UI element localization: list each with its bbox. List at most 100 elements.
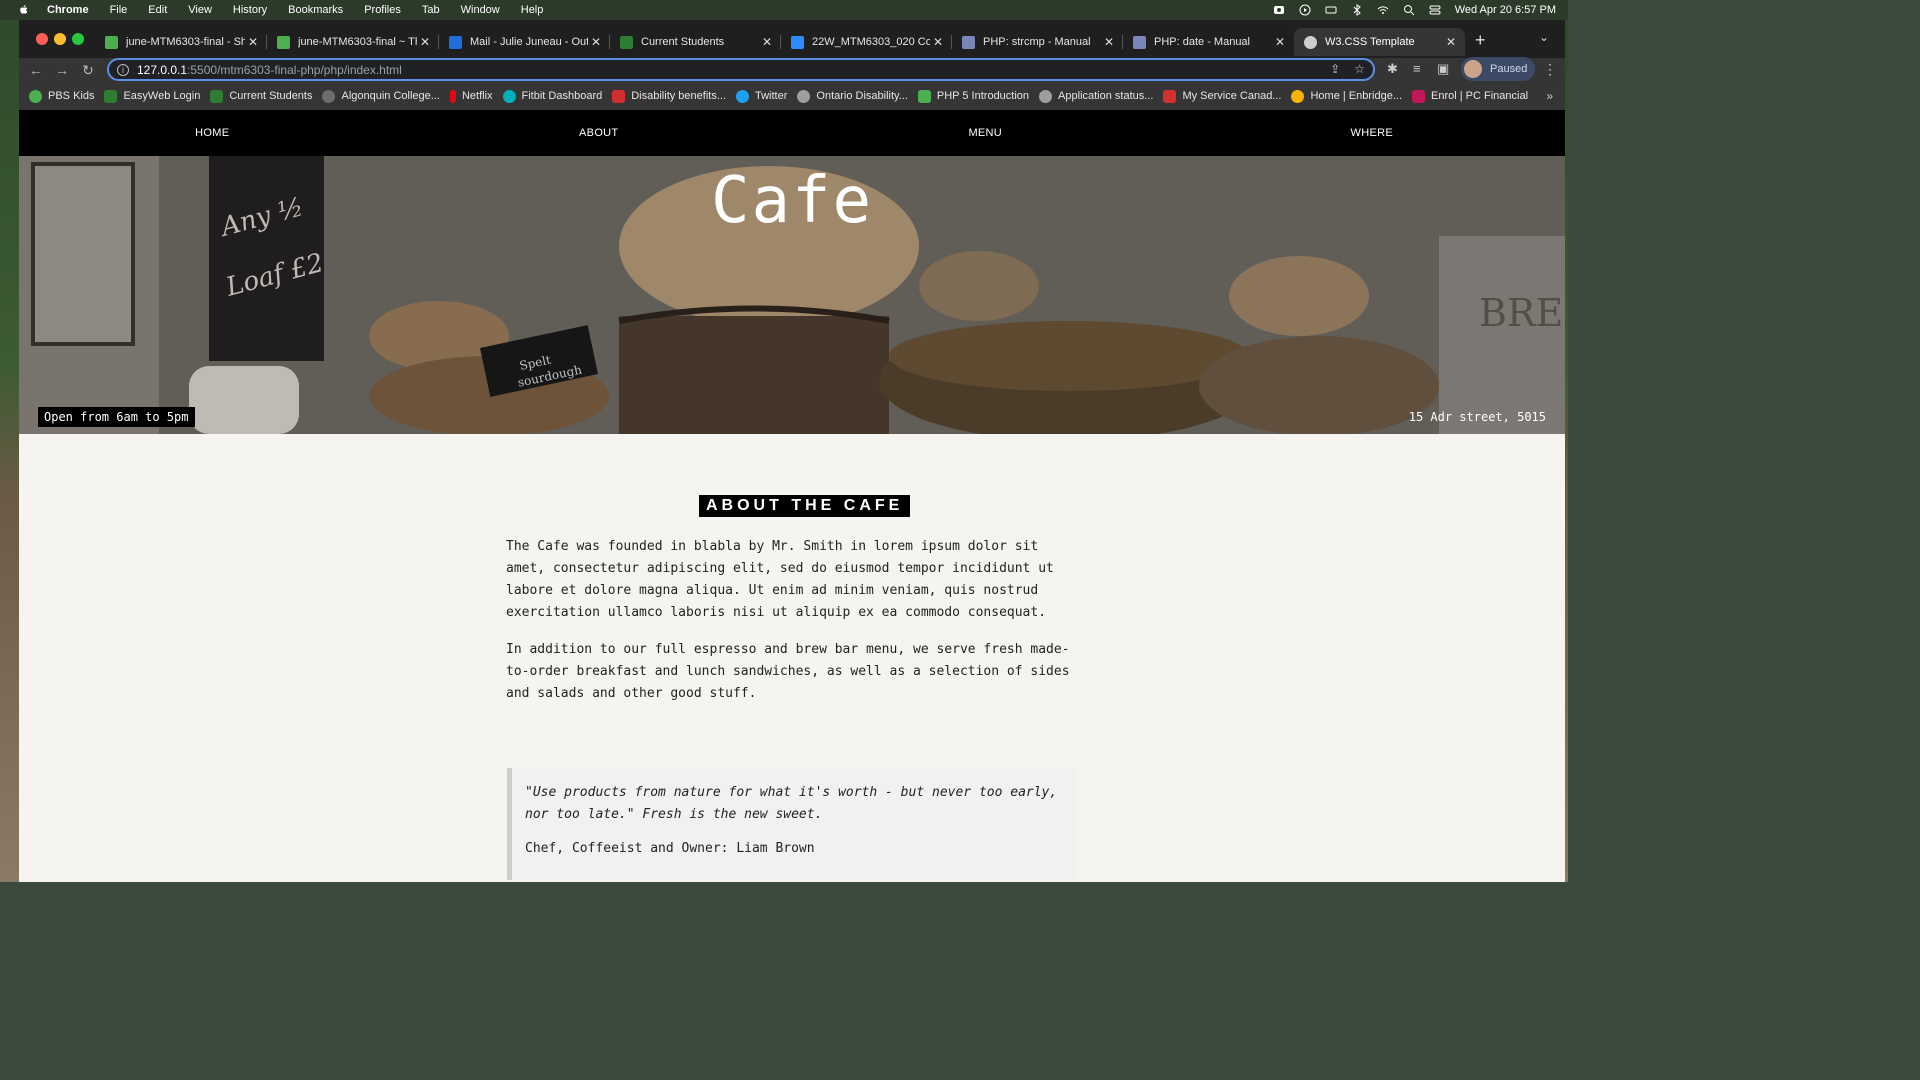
- bookmark-label: Application status...: [1058, 90, 1154, 102]
- new-tab-button[interactable]: +: [1475, 30, 1486, 51]
- avatar: [1464, 60, 1482, 78]
- menu-tab[interactable]: Tab: [422, 4, 440, 16]
- menu-app-name[interactable]: Chrome: [47, 4, 89, 16]
- about-heading: ABOUT THE CAFE: [699, 495, 911, 517]
- bookmark-item[interactable]: My Service Canad...: [1163, 89, 1282, 103]
- tab-w3css-template[interactable]: W3.CSS Template ✕: [1294, 28, 1465, 56]
- forward-button[interactable]: →: [53, 61, 71, 79]
- profile-button[interactable]: Paused: [1461, 57, 1535, 81]
- nav-home-link[interactable]: HOME: [19, 110, 406, 156]
- control-center-icon[interactable]: [1429, 4, 1441, 16]
- bookmark-label: PHP 5 Introduction: [936, 90, 1030, 102]
- close-tab-icon[interactable]: ✕: [930, 35, 946, 49]
- bookmark-item[interactable]: Current Students: [210, 89, 312, 103]
- menu-view[interactable]: View: [188, 4, 212, 16]
- nav-menu-link[interactable]: MENU: [792, 110, 1179, 156]
- apple-icon[interactable]: [18, 4, 30, 16]
- close-tab-icon[interactable]: ✕: [759, 35, 775, 49]
- about-paragraph: In addition to our full espresso and bre…: [506, 642, 1070, 701]
- bookmark-favicon: [502, 89, 516, 103]
- nav-where-link[interactable]: WHERE: [1179, 110, 1566, 156]
- menu-history[interactable]: History: [233, 4, 267, 16]
- bookmark-item[interactable]: Twitter: [736, 89, 788, 103]
- menu-bookmarks[interactable]: Bookmarks: [288, 4, 343, 16]
- bookmark-label: Disability benefits...: [631, 90, 726, 102]
- bookmark-label: Twitter: [755, 90, 788, 102]
- about-body: The Cafe was founded in blabla by Mr. Sm…: [506, 536, 1076, 720]
- menu-bar-clock[interactable]: Wed Apr 20 6:57 PM: [1455, 4, 1556, 16]
- zoom-window-button[interactable]: [72, 33, 84, 45]
- close-tab-icon[interactable]: ✕: [588, 35, 604, 49]
- bookmark-item[interactable]: Enrol | PC Financial: [1412, 89, 1528, 103]
- menu-edit[interactable]: Edit: [148, 4, 167, 16]
- hero-title: Cafe: [710, 164, 874, 238]
- bookmark-item[interactable]: Algonquin College...: [322, 89, 440, 103]
- minimize-window-button[interactable]: [54, 33, 66, 45]
- address-text: 15 Adr street, 5015: [1408, 410, 1546, 424]
- bookmark-label: Fitbit Dashboard: [521, 90, 603, 102]
- back-button[interactable]: ←: [27, 61, 45, 79]
- wifi-icon[interactable]: [1377, 4, 1389, 16]
- tab-title: june-MTM6303-final - Sh: [126, 36, 245, 48]
- more-bookmarks-chevron-icon[interactable]: »: [1546, 89, 1553, 103]
- reload-button[interactable]: ↻: [79, 61, 97, 79]
- bookmarks-bar: PBS Kids EasyWeb Login Current Students …: [19, 82, 1565, 110]
- close-window-button[interactable]: [36, 33, 48, 45]
- bookmark-item[interactable]: Application status...: [1039, 89, 1154, 103]
- tab-june-final-1[interactable]: june-MTM6303-final - Sh ✕: [95, 28, 267, 56]
- tab-search-chevron-icon[interactable]: ⌄: [1539, 30, 1549, 44]
- close-tab-icon[interactable]: ✕: [1272, 35, 1288, 49]
- macos-menu-bar: Chrome File Edit View History Bookmarks …: [0, 0, 1568, 20]
- more-menu-icon[interactable]: ⋮: [1543, 61, 1557, 78]
- address-host: 127.0.0.1: [137, 62, 188, 77]
- tab-favicon: [620, 35, 633, 49]
- quote-text: "Use products from nature for what it's …: [525, 785, 1058, 822]
- keyboard-icon[interactable]: [1325, 4, 1337, 16]
- bookmark-label: My Service Canad...: [1182, 90, 1282, 102]
- bookmark-favicon: [1412, 89, 1425, 103]
- menu-help[interactable]: Help: [521, 4, 544, 16]
- tab-php-date[interactable]: PHP: date - Manual ✕: [1123, 28, 1294, 56]
- reading-list-icon[interactable]: ≡: [1413, 61, 1421, 76]
- close-tab-icon[interactable]: ✕: [245, 35, 261, 49]
- close-tab-icon[interactable]: ✕: [417, 35, 433, 49]
- tab-zoom-class[interactable]: 22W_MTM6303_020 Con ✕: [781, 28, 952, 56]
- bookmark-star-icon[interactable]: ☆: [1354, 62, 1365, 76]
- tab-title: Current Students: [641, 36, 725, 48]
- tab-php-strcmp[interactable]: PHP: strcmp - Manual ✕: [952, 28, 1123, 56]
- tab-june-final-2[interactable]: june-MTM6303-final ~ Th ✕: [267, 28, 439, 56]
- bookmark-favicon: [736, 89, 749, 103]
- site-info-icon[interactable]: i: [117, 63, 129, 76]
- spotlight-search-icon[interactable]: [1403, 4, 1415, 16]
- bookmark-favicon: [1039, 89, 1053, 103]
- bookmark-item[interactable]: Home | Enbridge...: [1291, 89, 1402, 103]
- tab-mail[interactable]: Mail - Julie Juneau - Outl ✕: [439, 28, 610, 56]
- bookmark-item[interactable]: Netflix: [449, 89, 493, 103]
- share-icon[interactable]: ⇪: [1330, 62, 1340, 76]
- close-tab-icon[interactable]: ✕: [1101, 35, 1117, 49]
- bluetooth-icon[interactable]: [1351, 4, 1363, 16]
- bookmark-item[interactable]: PBS Kids: [29, 89, 94, 103]
- nav-about-link[interactable]: ABOUT: [406, 110, 793, 156]
- menu-window[interactable]: Window: [461, 4, 500, 16]
- tab-favicon: [962, 35, 975, 49]
- menu-file[interactable]: File: [110, 4, 128, 16]
- tab-current-students[interactable]: Current Students ✕: [610, 28, 781, 56]
- close-tab-icon[interactable]: ✕: [1443, 35, 1459, 49]
- bookmark-item[interactable]: EasyWeb Login: [104, 89, 200, 103]
- extensions-puzzle-icon[interactable]: ✱: [1387, 61, 1398, 77]
- menu-profiles[interactable]: Profiles: [364, 4, 401, 16]
- screen-record-icon[interactable]: [1273, 4, 1285, 16]
- side-panel-icon[interactable]: ▣: [1437, 61, 1449, 77]
- web-page: HOME ABOUT MENU WHERE Any ½ Loaf £2 Spel…: [19, 110, 1565, 882]
- bookmark-item[interactable]: Ontario Disability...: [797, 89, 908, 103]
- address-bar[interactable]: i 127.0.0.1:5500/mtm6303-final-php/php/i…: [107, 58, 1375, 81]
- tab-favicon: [449, 35, 462, 49]
- play-icon[interactable]: [1299, 4, 1311, 16]
- bookmark-item[interactable]: Disability benefits...: [612, 89, 726, 103]
- bookmark-label: Netflix: [461, 90, 493, 102]
- bookmark-favicon: [1163, 89, 1177, 103]
- bookmark-favicon: [104, 89, 118, 103]
- bookmark-item[interactable]: PHP 5 Introduction: [917, 89, 1030, 103]
- bookmark-item[interactable]: Fitbit Dashboard: [502, 89, 603, 103]
